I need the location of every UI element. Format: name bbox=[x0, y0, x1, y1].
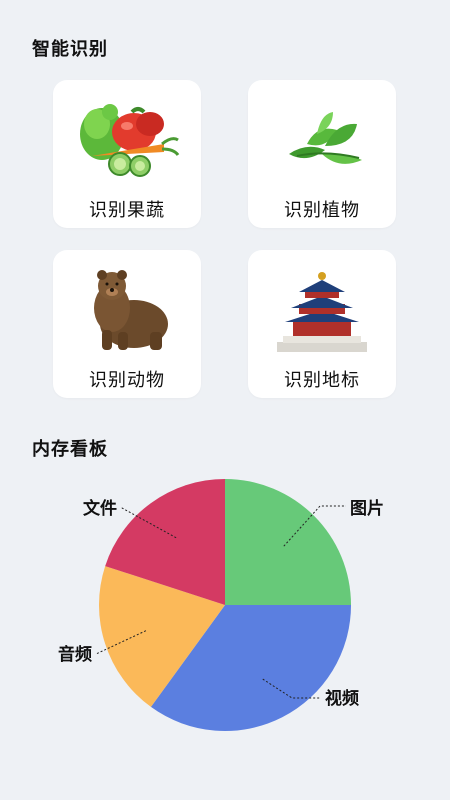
recognition-section-title: 智能识别 bbox=[32, 39, 108, 60]
pie-label-3: 文件 bbox=[83, 498, 117, 519]
recognize-landmarks-card[interactable]: 识别地标 bbox=[248, 250, 396, 398]
recognize-animals-label: 识别动物 bbox=[89, 370, 165, 391]
recognize-plants-card[interactable]: 识别植物 bbox=[248, 80, 396, 228]
pie-label-2: 音频 bbox=[58, 644, 92, 665]
pie-chart-svg: 图片视频 音频 文件 bbox=[58, 479, 384, 731]
vegetables-icon bbox=[80, 104, 180, 177]
storage-pie-chart: 图片视频 音频 文件 bbox=[0, 460, 450, 760]
recognize-landmarks-label: 识别地标 bbox=[284, 370, 360, 391]
recognize-plants-label: 识别植物 bbox=[284, 200, 360, 221]
pie-label-0: 图片 bbox=[350, 498, 384, 519]
pie-label-1: 视频 bbox=[325, 688, 359, 709]
recognize-vegetables-card[interactable]: 识别果蔬 bbox=[53, 80, 201, 228]
mint-leaves-icon bbox=[289, 112, 362, 164]
temple-of-heaven-icon bbox=[277, 272, 367, 352]
bear-icon bbox=[94, 270, 168, 350]
recognize-vegetables-label: 识别果蔬 bbox=[89, 200, 165, 221]
storage-section-title: 内存看板 bbox=[32, 439, 108, 460]
recognize-animals-card[interactable]: 识别动物 bbox=[53, 250, 201, 398]
